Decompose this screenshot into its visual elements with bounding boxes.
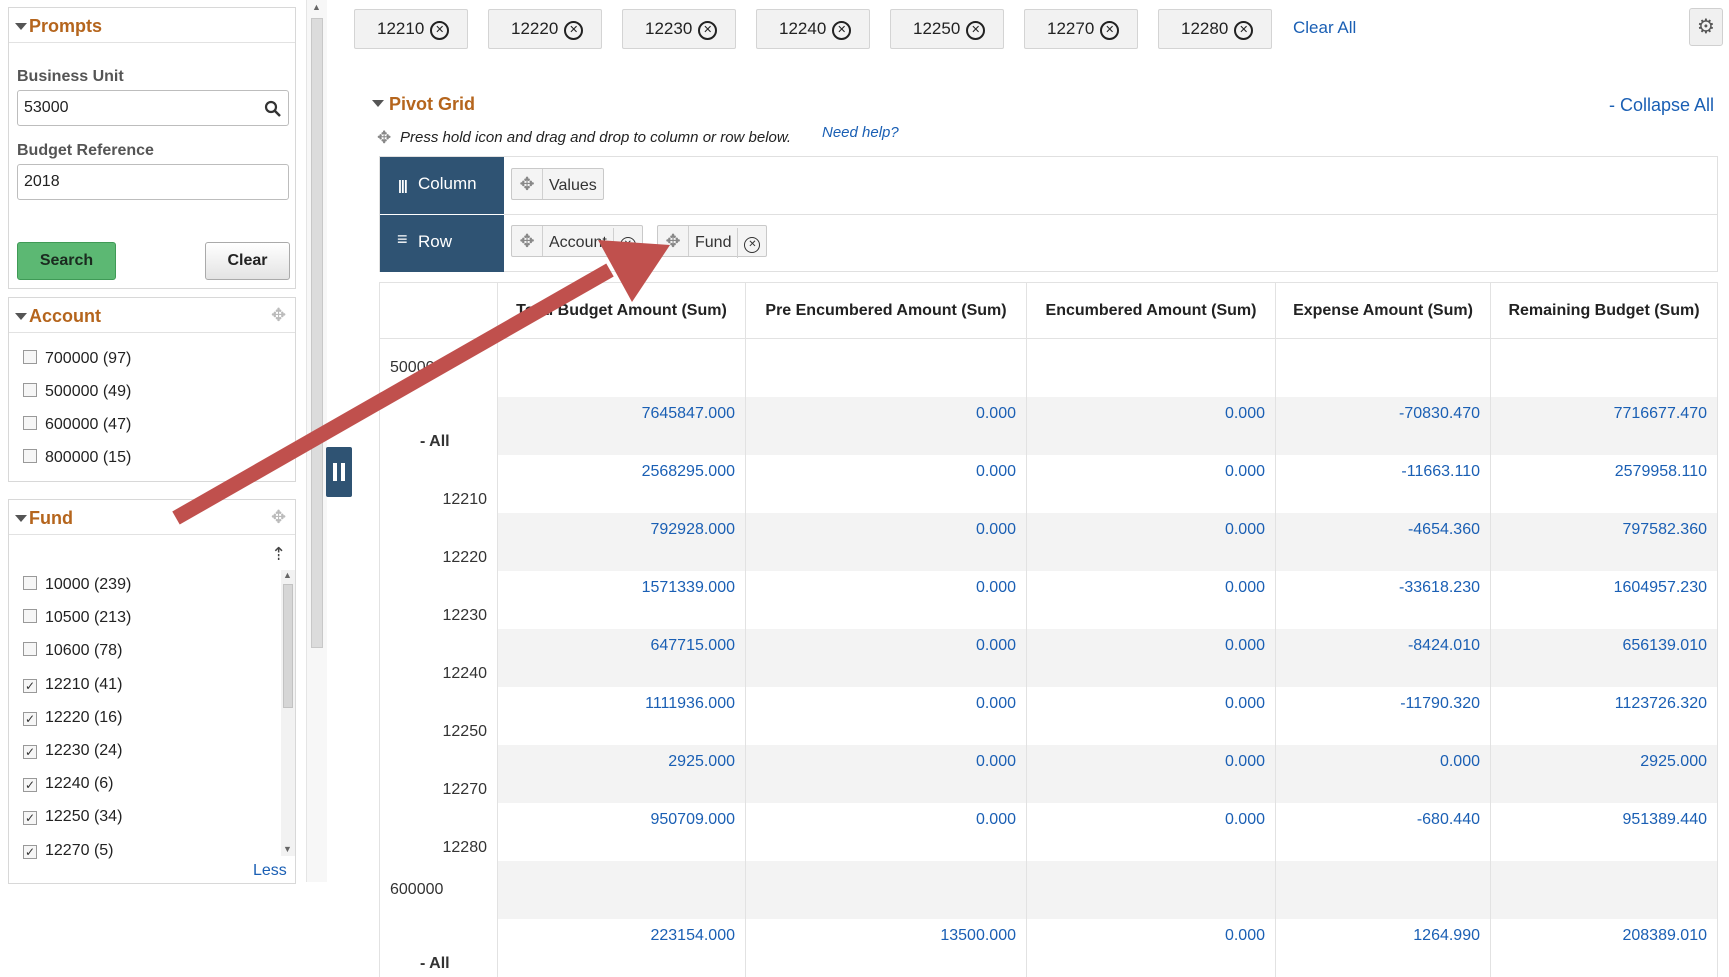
value-cell[interactable]: 0.000 bbox=[1027, 919, 1276, 977]
arrow-shaft bbox=[176, 270, 610, 518]
annotation-arrow bbox=[0, 0, 1729, 882]
value-cell[interactable]: 223154.000 bbox=[498, 919, 746, 977]
table-row: - All223154.00013500.0000.0001264.990208… bbox=[380, 919, 1718, 977]
row-header-cell[interactable]: - All bbox=[380, 919, 498, 977]
value-cell[interactable]: 208389.010 bbox=[1491, 919, 1718, 977]
value-cell[interactable]: 1264.990 bbox=[1276, 919, 1491, 977]
value-cell[interactable]: 13500.000 bbox=[746, 919, 1027, 977]
